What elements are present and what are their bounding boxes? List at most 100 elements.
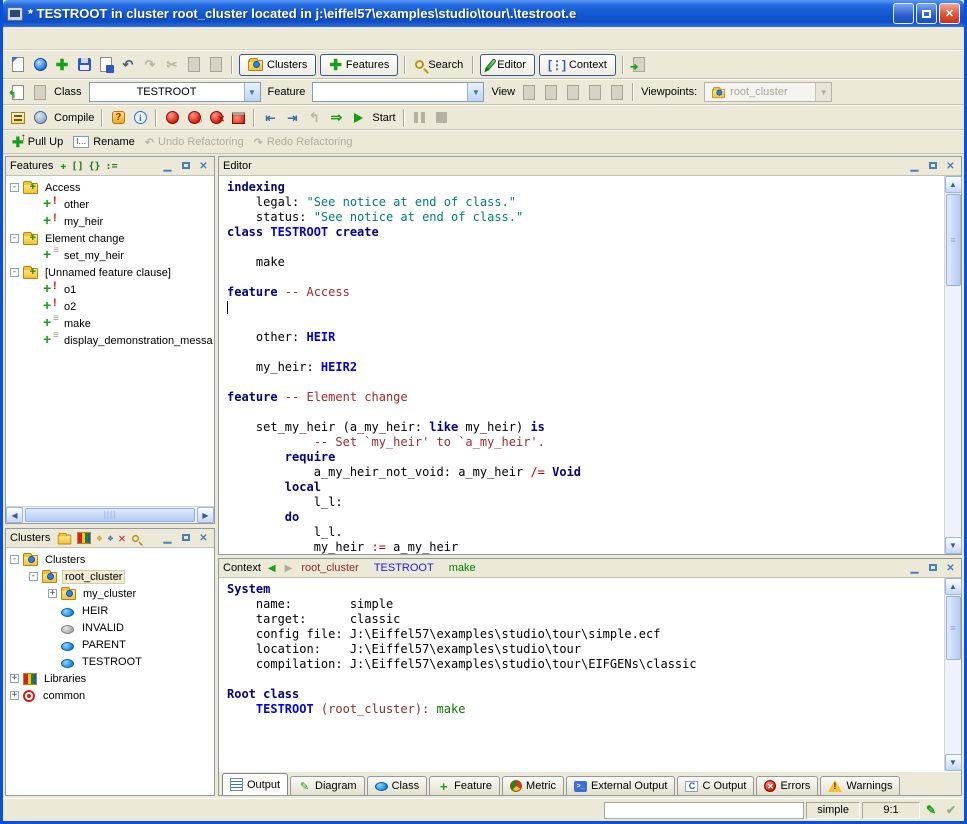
- context-panel-header[interactable]: Context ◀ ▶ root_cluster TESTROOT make ▁…: [219, 559, 961, 578]
- panel-close-icon[interactable]: ✕: [197, 533, 210, 544]
- editor-toggle-button[interactable]: Editor: [480, 54, 535, 76]
- plus-expander-icon[interactable]: +: [48, 589, 57, 598]
- scroll-thumb[interactable]: [946, 194, 961, 286]
- start-label[interactable]: Start: [372, 112, 395, 124]
- step-into-button[interactable]: ⇤: [261, 109, 279, 127]
- add-library-icon[interactable]: [77, 532, 91, 544]
- feature-combo[interactable]: ▼: [312, 82, 484, 102]
- scroll-thumb[interactable]: [25, 508, 195, 522]
- features-toggle-button[interactable]: ✚ Features: [320, 54, 398, 76]
- external-editor-button[interactable]: ➜: [630, 56, 648, 74]
- breakpoint-enable-button[interactable]: [163, 109, 181, 127]
- crumb-feature[interactable]: make: [449, 562, 476, 574]
- minus-expander-icon[interactable]: -: [29, 572, 38, 581]
- save-all-button[interactable]: [97, 56, 115, 74]
- debug-window-button[interactable]: [229, 109, 247, 127]
- add-cluster-icon[interactable]: [58, 534, 72, 544]
- info-button[interactable]: i: [131, 109, 149, 127]
- tree-item-my-cluster[interactable]: +my_cluster: [6, 585, 214, 602]
- tab-class[interactable]: Class: [367, 776, 428, 795]
- tab-output[interactable]: Output: [222, 773, 288, 795]
- status-input[interactable]: [604, 802, 804, 819]
- panel-minimize-icon[interactable]: ▁: [908, 161, 921, 172]
- tree-item-root-cluster[interactable]: -root_cluster: [6, 568, 214, 585]
- new-document-button[interactable]: [9, 56, 27, 74]
- expand-one-icon[interactable]: ❖: [96, 533, 102, 544]
- braces-icon[interactable]: {}: [89, 161, 101, 172]
- tab-metric[interactable]: Metric: [502, 776, 564, 795]
- open-button[interactable]: [31, 56, 49, 74]
- crumb-class[interactable]: TESTROOT: [374, 562, 434, 574]
- panel-maximize-icon[interactable]: [926, 161, 939, 172]
- tree-item-heir[interactable]: HEIR: [6, 602, 214, 619]
- tree-item-element-change[interactable]: -Element change: [6, 230, 214, 247]
- step-out-button[interactable]: ↰: [305, 109, 323, 127]
- collapse-icon[interactable]: ❖: [107, 533, 113, 544]
- context-output-area[interactable]: System name: simple target: classic conf…: [219, 578, 944, 771]
- tree-item-invalid[interactable]: INVALID: [6, 619, 214, 636]
- editor-panel-header[interactable]: Editor ▁ ✕: [219, 157, 961, 176]
- redo-button[interactable]: ↷: [141, 56, 159, 74]
- view-contract-button[interactable]: [586, 83, 604, 101]
- run-no-stop-button[interactable]: ⇒: [327, 109, 345, 127]
- crumb-cluster[interactable]: root_cluster: [301, 562, 358, 574]
- tree-item-access[interactable]: -Access: [6, 179, 214, 196]
- tree-item-set-my-heir[interactable]: set_my_heir: [6, 247, 214, 264]
- tab-c-output[interactable]: CC Output: [677, 776, 754, 795]
- tree-item-my-heir[interactable]: my_heir: [6, 213, 214, 230]
- breakpoint-disable-button[interactable]: ○: [185, 109, 203, 127]
- clusters-panel-header[interactable]: Clusters ❖ ❖ ✕ ▁ ✕: [6, 529, 214, 548]
- scroll-up-icon[interactable]: ▲: [945, 578, 962, 595]
- rename-button[interactable]: I… Rename: [68, 134, 140, 150]
- features-horizontal-scrollbar[interactable]: ◀ ▶: [6, 506, 214, 523]
- error-info-button[interactable]: ?: [109, 109, 127, 127]
- chevron-down-icon[interactable]: ▼: [244, 83, 260, 101]
- plus-expander-icon[interactable]: +: [10, 674, 19, 683]
- maximize-button[interactable]: [916, 3, 937, 24]
- precompile-button[interactable]: [31, 109, 49, 127]
- panel-close-icon[interactable]: ✕: [944, 563, 957, 574]
- cut-button[interactable]: ✂: [163, 56, 181, 74]
- tree-item-testroot[interactable]: TESTROOT: [6, 653, 214, 670]
- context-toggle-button[interactable]: [⋮] Context: [539, 54, 616, 76]
- context-vertical-scrollbar[interactable]: ▲ ▼: [944, 578, 961, 771]
- title-bar[interactable]: * TESTROOT in cluster root_cluster locat…: [3, 0, 964, 27]
- undo-refactoring-button[interactable]: ↶ Undo Refactoring: [140, 134, 249, 151]
- history-back-icon[interactable]: ◀: [268, 563, 276, 574]
- plus-expander-icon[interactable]: +: [10, 691, 19, 700]
- minimize-button[interactable]: _: [893, 3, 914, 24]
- editor-vertical-scrollbar[interactable]: ▲ ▼: [944, 176, 961, 554]
- start-button[interactable]: [349, 109, 367, 127]
- scroll-down-icon[interactable]: ▼: [945, 537, 962, 554]
- clusters-toggle-button[interactable]: Clusters: [239, 54, 316, 76]
- tree-item-make[interactable]: make: [6, 315, 214, 332]
- save-button[interactable]: [75, 56, 93, 74]
- breakpoint-remove-button[interactable]: ✕: [207, 109, 225, 127]
- scroll-down-icon[interactable]: ▼: [945, 754, 962, 771]
- add-item-button[interactable]: ✚: [53, 56, 71, 74]
- tab-external-output[interactable]: >_External Output: [566, 776, 675, 795]
- chevron-down-icon[interactable]: ▼: [467, 83, 483, 101]
- edit-mode-icon[interactable]: ✎: [922, 802, 940, 819]
- tree-item-o2[interactable]: o2: [6, 298, 214, 315]
- tree-item-clusters[interactable]: -Clusters: [6, 551, 214, 568]
- class-combo[interactable]: TESTROOT ▼: [89, 82, 261, 102]
- paste-button[interactable]: [207, 56, 225, 74]
- close-button[interactable]: ✕: [939, 3, 960, 24]
- copy-button[interactable]: [185, 56, 203, 74]
- brackets-icon[interactable]: []: [71, 161, 83, 172]
- tree-item-o1[interactable]: o1: [6, 281, 214, 298]
- tree-item-common[interactable]: +common: [6, 687, 214, 704]
- tree-item-unnamed-feature-clause[interactable]: -[Unnamed feature clause]: [6, 264, 214, 281]
- redo-refactoring-button[interactable]: ↷ Redo Refactoring: [249, 134, 358, 151]
- tab-diagram[interactable]: ✎Diagram: [290, 776, 365, 795]
- view-text-button[interactable]: [520, 83, 538, 101]
- scroll-left-icon[interactable]: ◀: [6, 507, 23, 523]
- panel-close-icon[interactable]: ✕: [197, 161, 210, 172]
- pause-button[interactable]: [411, 109, 429, 127]
- view-flat-button[interactable]: [564, 83, 582, 101]
- scroll-thumb[interactable]: [946, 596, 961, 660]
- minus-expander-icon[interactable]: -: [10, 183, 19, 192]
- assign-icon[interactable]: :=: [106, 161, 118, 172]
- step-over-button[interactable]: ⇥: [283, 109, 301, 127]
